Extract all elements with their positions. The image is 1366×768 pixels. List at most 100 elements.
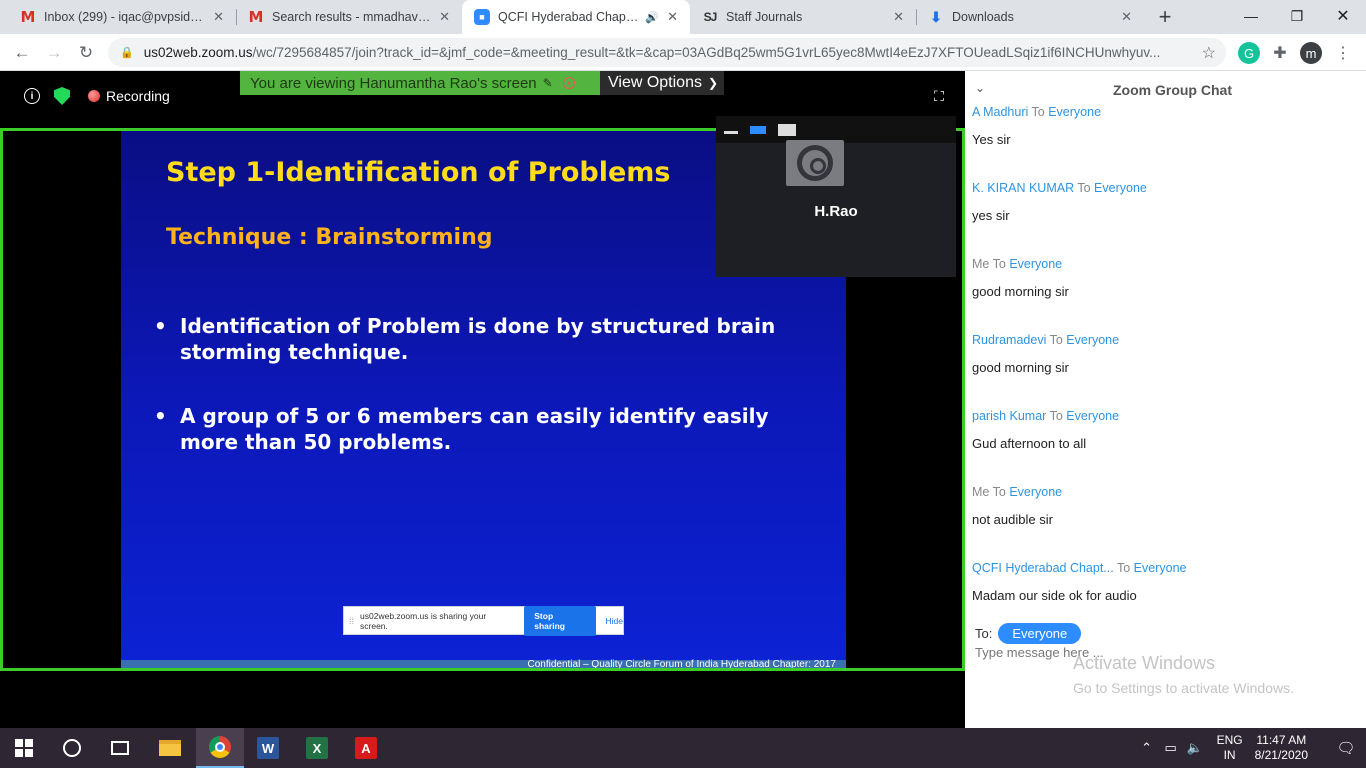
cortana-search-button[interactable] [48, 728, 96, 768]
word-taskbar-button[interactable]: W [244, 728, 292, 768]
chat-message: Rudramadevi To Everyone good morning sir [972, 333, 1352, 375]
forward-button[interactable]: → [41, 40, 67, 66]
chat-recipient[interactable]: Everyone [1066, 333, 1119, 347]
annotate-pen-icon[interactable]: ✎ [543, 76, 553, 90]
chat-sender[interactable]: K. KIRAN KUMAR [972, 181, 1074, 195]
participant-name: H.Rao [814, 203, 858, 220]
input-language[interactable]: ENG IN [1217, 733, 1243, 763]
reload-button[interactable]: ↻ [73, 40, 99, 66]
chat-message-text: not audible sir [972, 512, 1053, 527]
chat-recipient[interactable]: Everyone [1066, 409, 1119, 423]
staff-journals-icon: SJ [703, 10, 718, 24]
chat-to-word: To [1049, 333, 1063, 347]
network-icon[interactable]: ▭ [1159, 740, 1183, 756]
chat-sender[interactable]: A Madhuri [972, 105, 1028, 119]
fullscreen-icon[interactable]: ⛶ [931, 88, 947, 104]
watermark-line-2: Go to Settings to activate Windows. [1073, 680, 1294, 696]
close-icon[interactable]: ✕ [667, 9, 678, 25]
start-button[interactable] [0, 728, 48, 768]
close-icon[interactable]: ✕ [893, 9, 904, 25]
chat-to-word: To [1077, 181, 1091, 195]
tab-title: Staff Journals [726, 10, 803, 24]
encryption-shield-icon[interactable] [54, 87, 70, 105]
chat-sender[interactable]: parish Kumar [972, 409, 1046, 423]
notifications-icon[interactable]: 🗨 [1326, 739, 1366, 757]
url-domain: us02web.zoom.us [143, 45, 253, 60]
lock-icon[interactable]: 🔒 [120, 46, 134, 59]
chat-sender[interactable]: QCFI Hyderabad Chapt... [972, 561, 1114, 575]
volume-icon[interactable]: 🔈 [1183, 740, 1207, 756]
recipient-dropdown[interactable]: Everyone [998, 623, 1082, 644]
address-bar[interactable]: 🔒 us02web.zoom.us/wc/7295684857/join?tra… [108, 38, 1226, 67]
chrome-icon [209, 736, 231, 758]
hide-button[interactable]: Hide [606, 616, 623, 626]
chrome-taskbar-button[interactable] [196, 728, 244, 768]
chat-message-text: Madam our side ok for audio [972, 588, 1137, 603]
excel-taskbar-button[interactable]: X [293, 728, 341, 768]
full-view-icon[interactable] [778, 123, 796, 136]
file-explorer-button[interactable] [146, 728, 194, 768]
chat-message-header: K. KIRAN KUMAR To Everyone [972, 181, 1352, 195]
chat-message: Me To Everyone not audible sir [972, 485, 1352, 527]
recording-dot-icon [88, 90, 100, 102]
menu-kebab-icon[interactable]: ⋮ [1332, 42, 1354, 64]
chat-recipient[interactable]: Everyone [1009, 485, 1062, 499]
chat-message-header: A Madhuri To Everyone [972, 105, 1352, 119]
close-icon[interactable]: ✕ [439, 9, 450, 25]
drag-handle-icon[interactable]: ⁞⁞ [349, 616, 354, 626]
chat-message: K. KIRAN KUMAR To Everyone yes sir [972, 181, 1352, 223]
chat-to-word: To [1116, 561, 1131, 575]
speaker-icon[interactable]: 🔊 [645, 11, 659, 24]
chevron-up-icon[interactable]: ⌃ [1135, 740, 1159, 756]
recording-label: Recording [106, 88, 170, 104]
strip-view-icon[interactable] [750, 125, 766, 134]
windows-logo-icon [15, 739, 33, 757]
clock[interactable]: 11:47 AM 8/21/2020 [1255, 733, 1308, 763]
tab-zoom-meeting[interactable]: ■ QCFI Hyderabad Chapter's 🔊 ✕ [462, 0, 690, 34]
slide-subtitle: Technique : Brainstorming [166, 225, 493, 250]
stop-sharing-button[interactable]: Stop sharing [524, 605, 596, 636]
info-icon[interactable]: i [24, 88, 40, 104]
thumbnail-toolbar [716, 116, 956, 143]
bookmark-star-icon[interactable]: ☆ [1202, 43, 1216, 63]
restore-button[interactable]: ❐ [1274, 0, 1320, 32]
chat-recipient[interactable]: Everyone [1009, 257, 1062, 271]
extensions-puzzle-icon[interactable]: ✚ [1269, 42, 1291, 64]
task-view-button[interactable] [96, 728, 144, 768]
tab-search-results[interactable]: M Search results - mmadhavi@pv ✕ [236, 0, 462, 34]
tab-inbox[interactable]: M Inbox (299) - iqac@pvpsiddhar ✕ [8, 0, 236, 34]
tab-staff-journals[interactable]: SJ Staff Journals ✕ [690, 0, 916, 34]
view-options-button[interactable]: View Options ❯ [600, 71, 724, 95]
profile-avatar[interactable]: m [1300, 42, 1322, 64]
chat-recipient[interactable]: Everyone [1094, 181, 1147, 195]
acrobat-taskbar-button[interactable]: A [342, 728, 390, 768]
tab-title: Downloads [952, 10, 1014, 24]
bullet-dot: • [154, 404, 167, 428]
chat-sender[interactable]: Rudramadevi [972, 333, 1046, 347]
minimize-video-icon[interactable] [724, 131, 738, 134]
chat-to-word: To [1031, 105, 1045, 119]
back-button[interactable]: ← [9, 40, 35, 66]
minimize-button[interactable]: — [1228, 0, 1274, 32]
chat-sender: Me [972, 257, 990, 271]
chat-message-text: Yes sir [972, 132, 1011, 147]
word-icon: W [257, 737, 279, 759]
close-icon[interactable]: ✕ [1121, 9, 1132, 25]
chat-recipient[interactable]: Everyone [1134, 561, 1187, 575]
system-tray: ⌃ ▭ 🔈 ENG IN 11:47 AM 8/21/2020 🗨 [1135, 728, 1366, 768]
new-tab-button[interactable]: + [1152, 4, 1178, 30]
slide-title: Step 1-Identification of Problems [166, 157, 671, 188]
tab-title: QCFI Hyderabad Chapter's [498, 10, 642, 24]
close-icon[interactable]: ✕ [213, 9, 224, 25]
stop-viewing-icon[interactable]: ● [562, 77, 575, 89]
chat-message-header: parish Kumar To Everyone [972, 409, 1352, 423]
tab-downloads[interactable]: ⬇ Downloads ✕ [916, 0, 1144, 34]
chat-recipient[interactable]: Everyone [1048, 105, 1101, 119]
tab-title: Inbox (299) - iqac@pvpsiddhar [44, 10, 206, 24]
chat-recipient-selector: To: Everyone [975, 623, 1082, 644]
close-window-button[interactable]: ✕ [1320, 0, 1366, 32]
watermark-line-1: Activate Windows [1073, 653, 1216, 673]
participant-thumbnail[interactable]: H.Rao [716, 116, 956, 277]
to-label: To: [975, 626, 993, 641]
grammarly-icon[interactable]: G [1238, 42, 1260, 64]
